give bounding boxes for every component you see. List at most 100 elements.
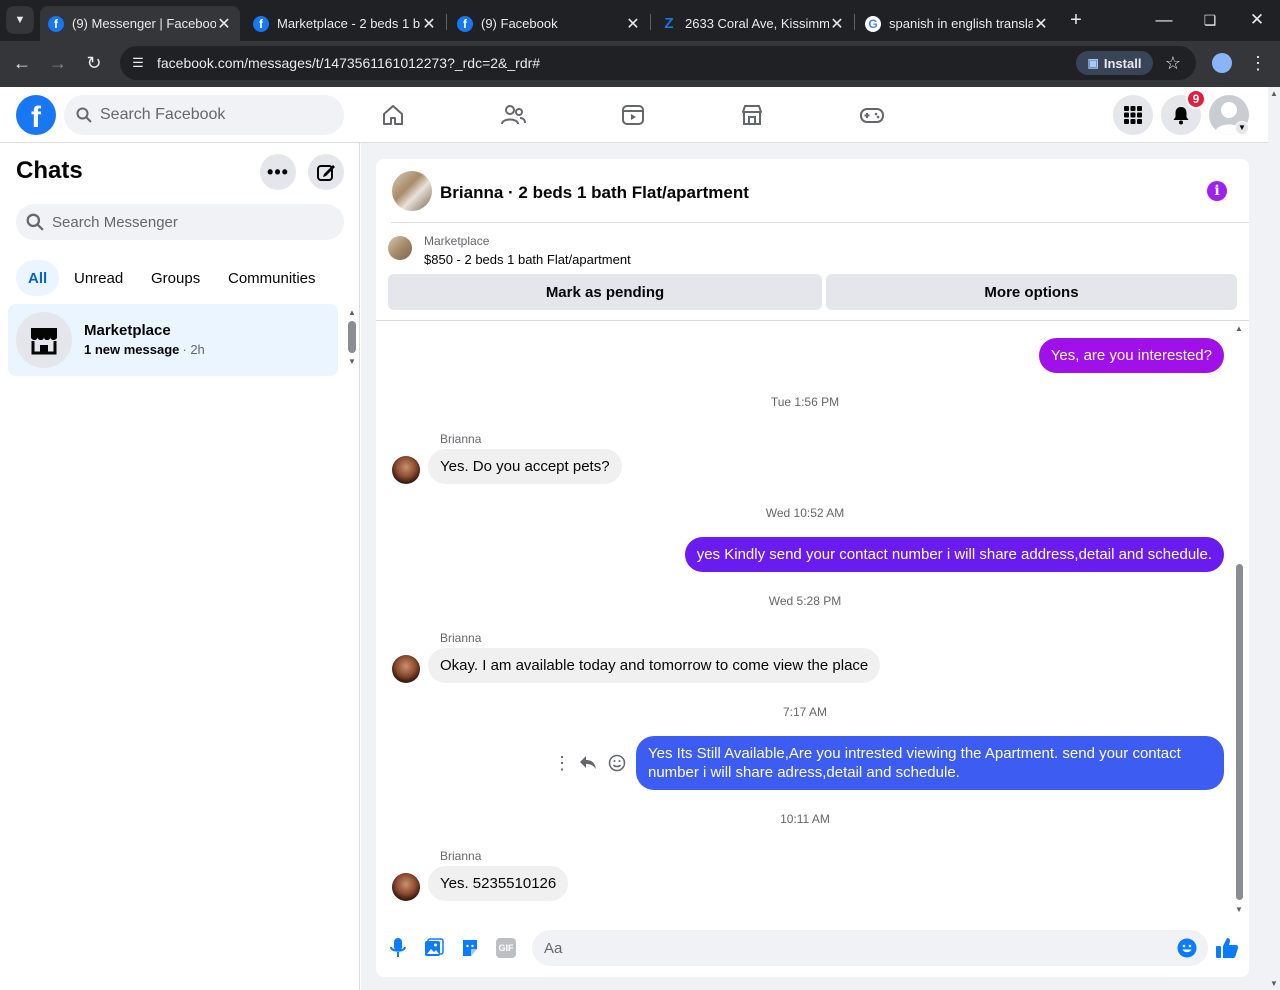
filter-communities[interactable]: Communities [216, 260, 328, 296]
back-icon[interactable]: ← [10, 49, 34, 77]
tab-search-icon[interactable]: ▼ [6, 6, 34, 34]
google-icon: G [865, 15, 881, 32]
tab-messenger[interactable]: f (9) Messenger | Facebook ✕ [40, 6, 240, 41]
chats-title: Chats [16, 157, 83, 184]
tab-facebook[interactable]: f (9) Facebook ✕ [449, 6, 649, 41]
minimize-icon[interactable]: — [1150, 8, 1178, 32]
tab-zillow[interactable]: Z 2633 Coral Ave, Kissimme ✕ [653, 6, 853, 41]
tab-title: (9) Facebook [481, 16, 558, 31]
listing-image[interactable] [388, 236, 412, 260]
home-icon[interactable] [378, 100, 408, 130]
mark-as-pending-button[interactable]: Mark as pending [388, 274, 822, 310]
like-thumb-icon[interactable] [1215, 936, 1239, 960]
header-divider [391, 222, 1249, 223]
url-text: facebook.com/messages/t/1473561161012273… [157, 55, 541, 71]
chat-preview-row: 1 new message · 2h [84, 342, 205, 357]
friends-icon[interactable] [498, 100, 528, 130]
scroll-up-arrow-icon[interactable]: ▲ [346, 308, 358, 317]
restore-icon[interactable]: ❏ [1196, 8, 1224, 32]
composer-placeholder: Aa [544, 939, 563, 957]
account-chevron-icon[interactable]: ▼ [1235, 121, 1249, 135]
new-tab-icon[interactable]: + [1064, 8, 1088, 32]
scroll-down-arrow-icon[interactable]: ▼ [1268, 979, 1280, 988]
scroll-up-arrow-icon[interactable]: ▲ [1233, 324, 1245, 333]
scroll-down-arrow-icon[interactable]: ▼ [346, 357, 358, 366]
react-emoji-icon[interactable] [608, 754, 626, 772]
chat-list-item[interactable]: Marketplace 1 new message · 2h [8, 304, 338, 376]
install-label: Install [1103, 55, 1142, 71]
message-incoming[interactable]: Yes. Do you accept pets? [428, 449, 622, 484]
message-incoming[interactable]: Okay. I am available today and tomorrow … [428, 648, 881, 683]
scroll-down-arrow-icon[interactable]: ▼ [1233, 905, 1245, 914]
close-icon[interactable]: ✕ [625, 14, 641, 34]
sender-avatar[interactable] [392, 456, 420, 484]
bookmark-star-icon[interactable]: ☆ [1162, 52, 1184, 74]
more-dots-icon: ••• [267, 161, 289, 182]
listing-title[interactable]: $850 - 2 beds 1 bath Flat/apartment [424, 252, 631, 267]
reply-icon[interactable] [579, 753, 599, 773]
site-settings-icon[interactable]: ☰ [128, 53, 148, 73]
scroll-thumb[interactable] [348, 321, 356, 353]
photo-icon[interactable] [424, 938, 444, 958]
reload-icon[interactable]: ↻ [82, 49, 106, 77]
facebook-logo-icon[interactable]: f [16, 95, 56, 135]
message-outgoing[interactable]: Yes Its Still Available,Are you intreste… [636, 736, 1224, 790]
menu-grid-button[interactable] [1113, 95, 1153, 135]
tab-title: Marketplace - 2 beds 1 b [277, 16, 421, 31]
close-icon[interactable]: ✕ [216, 14, 232, 34]
gaming-icon[interactable] [857, 100, 887, 130]
browser-menu-icon[interactable]: ⋮ [1249, 51, 1267, 75]
more-options-button[interactable]: More options [826, 274, 1237, 310]
sender-avatar[interactable] [392, 873, 420, 901]
voice-clip-icon[interactable] [388, 937, 408, 959]
new-message-button[interactable] [308, 154, 344, 190]
button-label: Mark as pending [545, 283, 665, 301]
window-close-icon[interactable]: ✕ [1243, 8, 1271, 32]
close-icon[interactable]: ✕ [1033, 14, 1049, 34]
tab-title: 2633 Coral Ave, Kissimme [685, 16, 829, 31]
chat-name: Marketplace [84, 322, 171, 339]
forward-icon[interactable]: → [46, 49, 70, 77]
marketplace-avatar [16, 312, 72, 368]
search-placeholder: Search Messenger [52, 213, 178, 231]
message-timestamp: 7:17 AM [782, 705, 828, 719]
scroll-up-arrow-icon[interactable]: ▲ [1268, 89, 1280, 98]
page-scrollbar[interactable]: ▲ ▼ [1268, 87, 1280, 990]
install-button[interactable]: ▣ Install [1076, 51, 1153, 75]
filter-all[interactable]: All [16, 260, 60, 296]
listing-thumbnail[interactable] [392, 171, 432, 211]
message-input[interactable]: Aa [532, 930, 1208, 966]
scroll-thumb[interactable] [1236, 564, 1243, 900]
close-icon[interactable]: ✕ [829, 14, 845, 34]
address-bar[interactable]: ☰ facebook.com/messages/t/14735611610122… [120, 46, 1196, 80]
tab-google[interactable]: G spanish in english transla ✕ [857, 6, 1057, 41]
video-icon[interactable] [618, 100, 648, 130]
sender-avatar[interactable] [392, 655, 420, 683]
chats-options-button[interactable]: ••• [260, 154, 296, 190]
chat-time: · 2h [182, 342, 205, 357]
profile-avatar-icon[interactable] [1212, 53, 1232, 73]
filter-label: Groups [151, 269, 201, 287]
message-more-icon[interactable]: ⋮ [553, 753, 571, 773]
marketplace-icon[interactable] [737, 100, 767, 130]
filter-groups[interactable]: Groups [139, 260, 212, 296]
sticker-icon[interactable] [460, 938, 480, 958]
facebook-search-input[interactable]: Search Facebook [64, 95, 344, 135]
conversation-info-icon[interactable]: i [1207, 181, 1227, 201]
close-icon[interactable]: ✕ [421, 14, 437, 34]
conversation-scrollbar[interactable]: ▲ ▼ [1233, 324, 1245, 914]
conversation-title[interactable]: Brianna · 2 beds 1 bath Flat/apartment [440, 183, 749, 203]
messenger-search-input[interactable]: Search Messenger [16, 204, 344, 240]
emoji-icon[interactable] [1177, 938, 1197, 958]
tab-title: (9) Messenger | Facebook [72, 16, 216, 31]
message-outgoing[interactable]: yes Kindly send your contact number i wi… [684, 537, 1224, 572]
storefront-icon [31, 328, 57, 355]
message-outgoing[interactable]: Yes, are you interested? [1038, 338, 1224, 373]
notification-count: 9 [1192, 92, 1200, 106]
message-incoming[interactable]: Yes. 5235510126 [428, 866, 569, 901]
bell-icon [1173, 107, 1189, 125]
sidebar-scrollbar[interactable]: ▲ ▼ [346, 308, 358, 372]
gif-icon[interactable]: GIF [496, 938, 516, 958]
tab-marketplace[interactable]: f Marketplace - 2 beds 1 b ✕ [245, 6, 445, 41]
filter-unread[interactable]: Unread [62, 260, 135, 296]
